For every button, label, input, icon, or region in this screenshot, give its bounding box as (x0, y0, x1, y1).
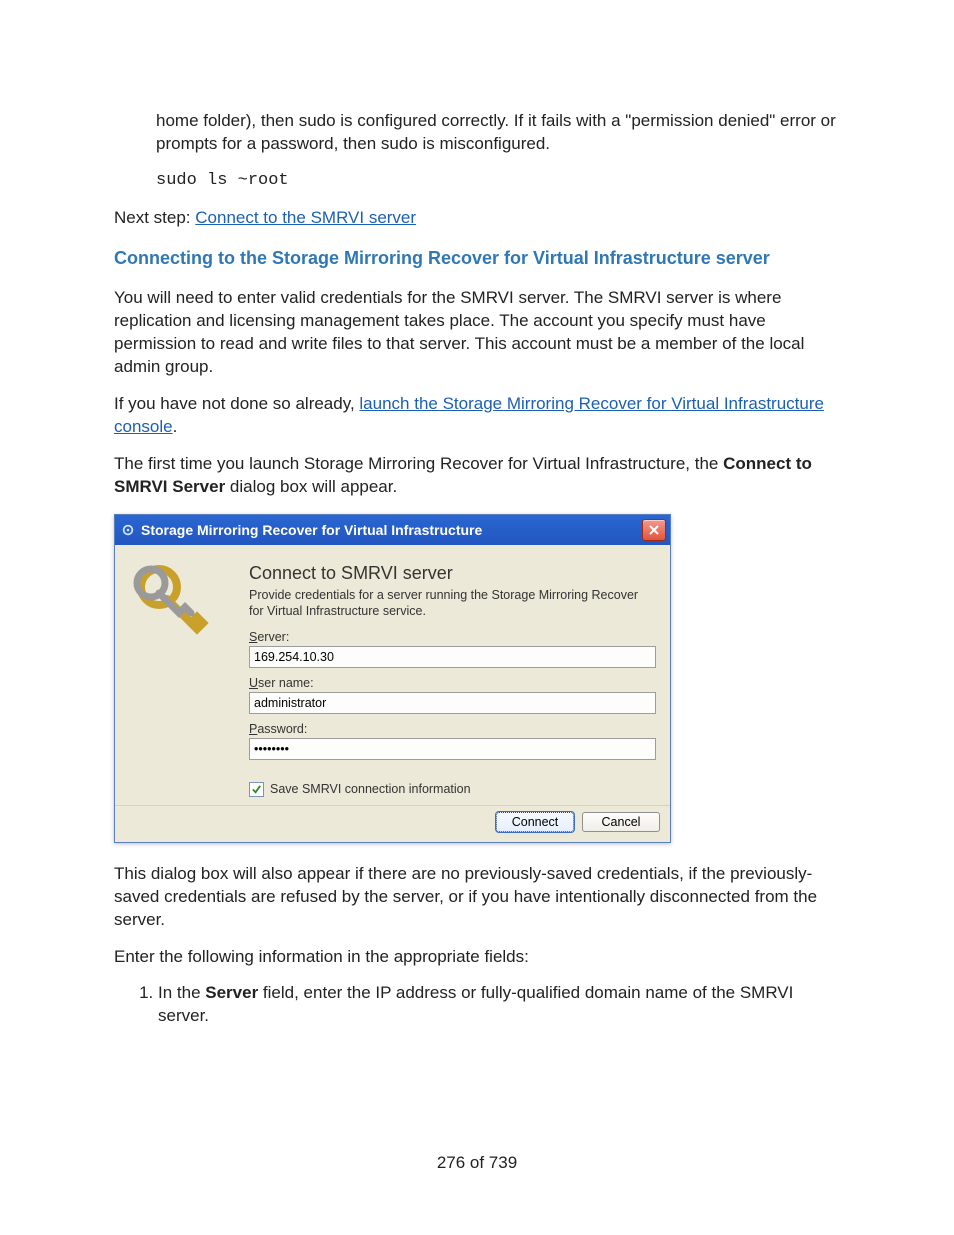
password-input[interactable] (249, 738, 656, 760)
section-para-2: If you have not done so already, launch … (114, 393, 844, 439)
app-icon (121, 523, 135, 537)
save-connection-checkbox[interactable] (249, 782, 264, 797)
dialog-body: Connect to SMRVI server Provide credenti… (115, 545, 670, 804)
dialog-description: Provide credentials for a server running… (249, 588, 656, 619)
dialog-icon-pane (129, 559, 249, 796)
next-step-link[interactable]: Connect to the SMRVI server (195, 208, 416, 227)
close-icon (649, 525, 659, 535)
server-label: Server: (249, 630, 656, 644)
section-para-1: You will need to enter valid credentials… (114, 287, 844, 379)
next-step-line: Next step: Connect to the SMRVI server (114, 207, 844, 230)
cancel-button[interactable]: Cancel (582, 812, 660, 832)
instruction-item-1: In the Server field, enter the IP addres… (158, 982, 844, 1028)
password-label: Password: (249, 722, 656, 736)
dialog-form: Connect to SMRVI server Provide credenti… (249, 559, 656, 796)
after-para-2: Enter the following information in the a… (114, 946, 844, 969)
dialog-title-text: Storage Mirroring Recover for Virtual In… (137, 522, 642, 538)
dialog-titlebar: Storage Mirroring Recover for Virtual In… (115, 515, 670, 545)
check-icon (251, 784, 262, 795)
intro-paragraph: home folder), then sudo is configured co… (156, 110, 844, 156)
username-input[interactable] (249, 692, 656, 714)
save-connection-row: Save SMRVI connection information (249, 782, 656, 797)
username-label: User name: (249, 676, 656, 690)
keys-icon (129, 565, 209, 643)
connect-dialog: Storage Mirroring Recover for Virtual In… (114, 514, 671, 842)
li1-a: In the (158, 983, 205, 1002)
close-button[interactable] (642, 519, 666, 541)
dialog-footer: Connect Cancel (115, 805, 670, 842)
code-line: sudo ls ~root (156, 170, 844, 193)
after-para-1: This dialog box will also appear if ther… (114, 863, 844, 932)
section-para-2-suffix: . (173, 417, 178, 436)
save-connection-label: Save SMRVI connection information (270, 782, 471, 796)
connect-button[interactable]: Connect (496, 812, 574, 832)
page-number: 276 of 739 (0, 1153, 954, 1173)
section-para-3b: dialog box will appear. (225, 477, 397, 496)
dialog-heading: Connect to SMRVI server (249, 563, 656, 584)
section-para-3: The first time you launch Storage Mirror… (114, 453, 844, 499)
document-page: home folder), then sudo is configured co… (0, 0, 954, 1235)
next-step-prefix: Next step: (114, 208, 195, 227)
server-input[interactable] (249, 646, 656, 668)
section-para-3a: The first time you launch Storage Mirror… (114, 454, 723, 473)
instruction-list: In the Server field, enter the IP addres… (114, 982, 844, 1028)
section-para-2-prefix: If you have not done so already, (114, 394, 359, 413)
li1-bold: Server (205, 983, 258, 1002)
section-heading: Connecting to the Storage Mirroring Reco… (114, 246, 844, 271)
